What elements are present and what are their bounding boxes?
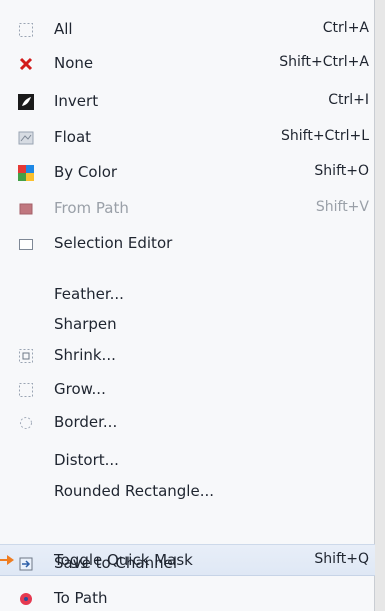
menu-item-rounded-rectangle[interactable]: Rounded Rectangle...: [0, 476, 375, 508]
grow-icon: [18, 382, 34, 398]
menu-item-from-path-shortcut: Shift+V: [315, 199, 369, 215]
menu-item-feather-label: Feather...: [54, 285, 124, 303]
menu-item-feather[interactable]: Feather...: [0, 279, 375, 311]
by-color-icon: [18, 165, 34, 181]
menu-item-border[interactable]: Border...: [0, 407, 375, 439]
shrink-icon: [18, 348, 34, 364]
menu-item-none[interactable]: None Shift+Ctrl+A: [0, 48, 375, 80]
menu-item-all[interactable]: All Ctrl+A: [0, 14, 375, 46]
menu-item-sharpen-label: Sharpen: [54, 315, 117, 333]
none-x-icon: [18, 56, 34, 72]
menu-item-invert[interactable]: Invert Ctrl+I: [0, 86, 375, 118]
menu-item-distort[interactable]: Distort...: [0, 445, 375, 477]
menu-item-float-label: Float: [54, 128, 92, 146]
invert-icon: [18, 94, 34, 110]
select-menu: All Ctrl+A None Shift+Ctrl+A Invert Ctrl…: [0, 0, 375, 611]
from-path-icon: [18, 201, 34, 217]
menu-item-border-label: Border...: [54, 413, 118, 431]
menu-item-by-color[interactable]: By Color Shift+O: [0, 157, 375, 189]
menu-item-save-to-channel[interactable]: Save to Channel: [0, 548, 375, 580]
menu-item-all-shortcut: Ctrl+A: [322, 20, 369, 36]
border-icon: [18, 415, 34, 431]
menu-item-shrink[interactable]: Shrink...: [0, 340, 375, 372]
menu-item-by-color-label: By Color: [54, 163, 118, 181]
menu-item-float-shortcut: Shift+Ctrl+L: [281, 128, 369, 144]
menu-item-sharpen[interactable]: Sharpen: [0, 309, 375, 341]
menu-item-all-label: All: [54, 20, 73, 38]
select-all-icon: [18, 22, 34, 38]
menu-item-invert-label: Invert: [54, 92, 99, 110]
menu-item-from-path: From Path Shift+V: [0, 193, 375, 225]
to-path-icon: [18, 591, 34, 607]
menu-item-float[interactable]: Float Shift+Ctrl+L: [0, 122, 375, 154]
menu-item-rounded-rectangle-label: Rounded Rectangle...: [54, 482, 215, 500]
menu-item-shrink-label: Shrink...: [54, 346, 116, 364]
menu-item-grow[interactable]: Grow...: [0, 374, 375, 406]
selection-editor-icon: [18, 236, 34, 252]
save-to-channel-icon: [18, 556, 34, 572]
pointer-arrow-icon: [0, 555, 14, 565]
menu-item-save-to-channel-label: Save to Channel: [54, 554, 177, 572]
menu-item-from-path-label: From Path: [54, 199, 129, 217]
menu-item-invert-shortcut: Ctrl+I: [328, 92, 369, 108]
menu-item-grow-label: Grow...: [54, 380, 106, 398]
menu-item-none-label: None: [54, 54, 94, 72]
menu-item-to-path[interactable]: To Path: [0, 583, 375, 615]
menu-item-selection-editor[interactable]: Selection Editor: [0, 228, 375, 260]
menu-item-to-path-label: To Path: [54, 589, 108, 607]
float-icon: [18, 130, 34, 146]
menu-item-distort-label: Distort...: [54, 451, 119, 469]
right-edge-strip: [375, 0, 385, 611]
menu-item-none-shortcut: Shift+Ctrl+A: [279, 54, 369, 70]
menu-item-by-color-shortcut: Shift+O: [314, 163, 369, 179]
menu-item-selection-editor-label: Selection Editor: [54, 234, 173, 252]
